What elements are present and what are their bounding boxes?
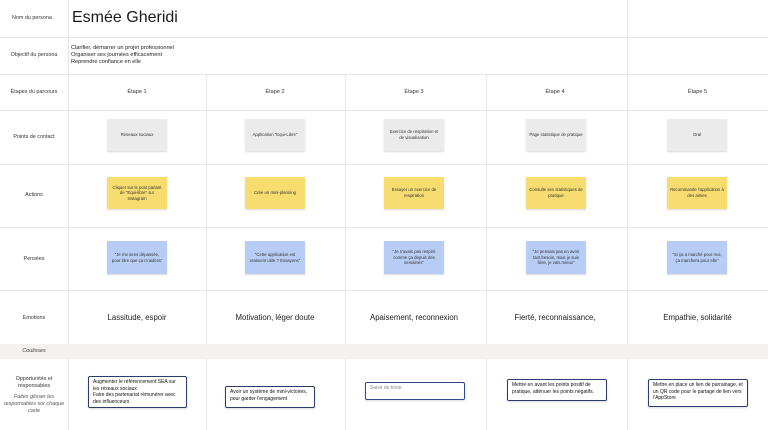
objective-line: Organiser ses journées efficacement xyxy=(71,51,162,58)
stage-title-5: Étape 5 xyxy=(687,89,708,95)
grid-line xyxy=(0,37,768,38)
thought-note-2[interactable]: "Cette application est vraiment utile ? … xyxy=(245,241,305,274)
touchpoint-note-1[interactable]: Réseaux sociaux xyxy=(107,119,167,151)
action-note-5[interactable]: Recommande l'application à des amies xyxy=(667,177,727,209)
opportunity-card-1[interactable]: Augmenter le référencement SEA sur les r… xyxy=(88,376,187,408)
opportunity-input-3[interactable]: Saisir du texte xyxy=(365,382,465,400)
stage-title-3: Étape 3 xyxy=(404,89,424,95)
touchpoint-note-5[interactable]: Oral xyxy=(667,119,727,151)
row-label-objective: Objectif du persona xyxy=(10,52,58,58)
backstage-band xyxy=(0,344,768,359)
action-note-4[interactable]: Consulte ses statistiques de pratique xyxy=(526,177,586,209)
grid-line xyxy=(206,74,207,430)
stage-title-1: Étape 1 xyxy=(127,89,147,95)
thought-note-5[interactable]: "Si ça a marché pour moi, ça marchera po… xyxy=(667,241,727,274)
persona-objectives[interactable]: Clarifier, démarrer un projet profession… xyxy=(71,45,174,66)
opportunity-card-2[interactable]: Avoir un système de mini-victoires, pour… xyxy=(225,386,315,408)
touchpoint-note-4[interactable]: Page statistique de pratique xyxy=(526,119,586,151)
thought-note-3[interactable]: "Je n'avais pas respiré comme ça depuis … xyxy=(384,241,444,274)
row-label-touchpoints: Points de contact xyxy=(13,134,55,140)
action-note-3[interactable]: Essayer un exercice de respiration xyxy=(384,177,444,209)
emotion-text-3[interactable]: Apaisement, reconnexion xyxy=(345,313,483,322)
row-label-thoughts: Pensées xyxy=(23,256,45,262)
grid-line xyxy=(627,0,628,430)
row-label-stages: Étapes du parcours xyxy=(10,89,58,95)
grid-line xyxy=(68,0,69,430)
emotion-text-5[interactable]: Empathie, solidarité xyxy=(627,313,768,322)
row-label-backstage: Coulisses xyxy=(22,348,46,354)
touchpoint-note-2[interactable]: Application "Equi-Libre" xyxy=(245,119,305,151)
action-note-2[interactable]: Crée un mini-planning xyxy=(245,177,305,209)
row-label-emotions: Emotions xyxy=(22,315,46,321)
opportunity-card-5[interactable]: Mettre en place un lien de parrainage, e… xyxy=(648,379,748,407)
action-note-1[interactable]: Cliquer sur le post parlant de "Equi-lib… xyxy=(107,177,167,209)
thought-note-1[interactable]: "Je me sens dépassée, pour être que ça m… xyxy=(107,241,167,274)
persona-name[interactable]: Esmée Gheridi xyxy=(72,9,178,27)
grid-line xyxy=(0,74,768,75)
journey-map-board: Nom du persona Objectif du persona Étape… xyxy=(0,0,768,430)
touchpoint-note-3[interactable]: Exercice de respiration et de visualisat… xyxy=(384,119,444,151)
stage-title-4: Étape 4 xyxy=(545,89,565,95)
row-label-actions: Actions xyxy=(25,192,43,198)
grid-line xyxy=(0,227,768,228)
thought-note-4[interactable]: "Je pensais pas en avoir tant besoin, ma… xyxy=(526,241,586,274)
row-label-opportunities-title: Opportunités et responsables xyxy=(15,376,53,390)
objective-line: Clarifier, démarrer un projet profession… xyxy=(71,45,174,51)
emotion-text-2[interactable]: Motivation, léger doute xyxy=(206,313,344,322)
grid-line xyxy=(0,110,768,111)
grid-line xyxy=(486,74,487,430)
grid-line xyxy=(0,290,768,291)
stage-title-2: Étape 2 xyxy=(265,89,285,95)
grid-line xyxy=(0,164,768,165)
opportunity-card-4[interactable]: Mettre en avant les points positif de pr… xyxy=(507,379,607,401)
row-label-opportunities: Opportunités et responsables Faites glis… xyxy=(0,376,68,415)
grid-line xyxy=(345,74,346,430)
emotion-text-1[interactable]: Lassitude, espoir xyxy=(68,313,206,322)
objective-line: Reprendre confiance en elle xyxy=(71,58,141,65)
row-label-persona-name: Nom du persona xyxy=(12,15,52,21)
emotion-text-4[interactable]: Fierté, reconnaissance, xyxy=(486,313,624,322)
row-label-opportunities-hint: Faites glisser les responsables sur chaq… xyxy=(3,394,65,415)
